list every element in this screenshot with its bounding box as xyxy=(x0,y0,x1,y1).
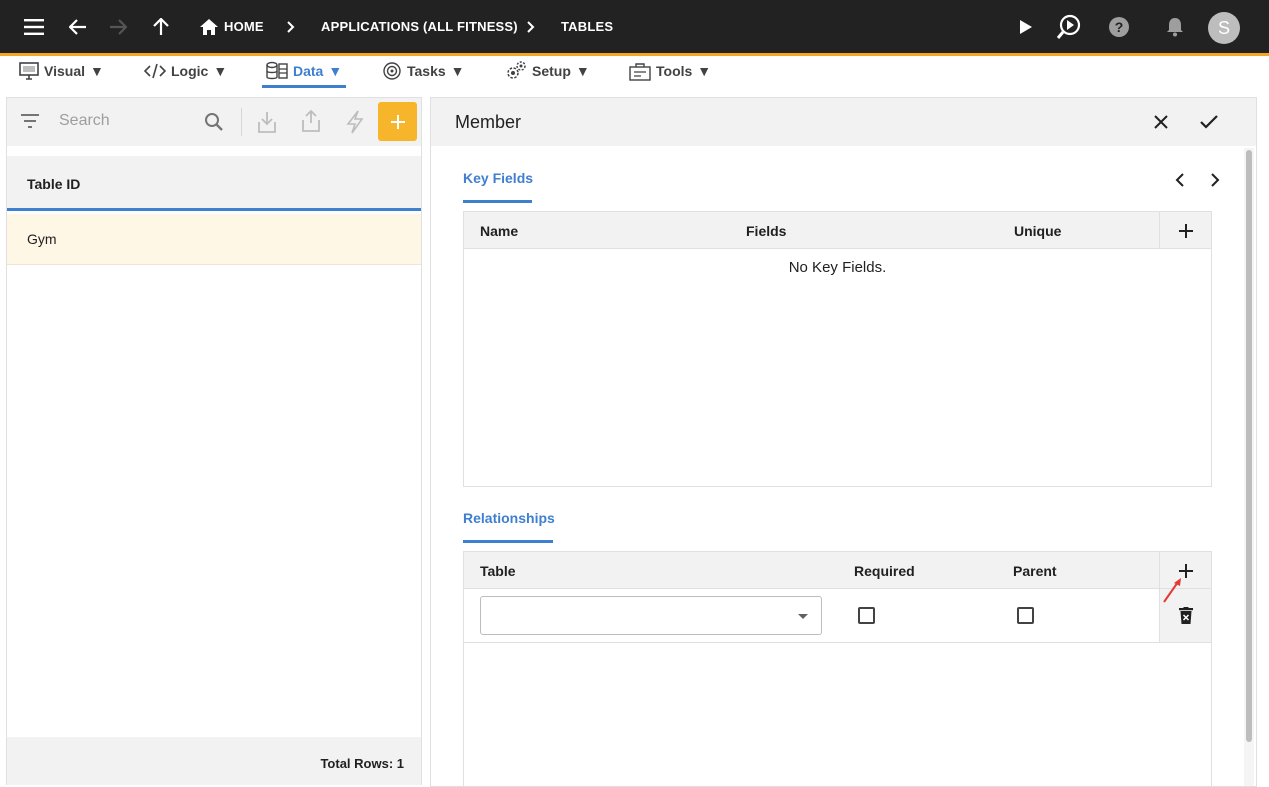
column-table-id: Table ID xyxy=(27,176,81,192)
export-icon[interactable] xyxy=(301,109,321,138)
page-title: Member xyxy=(455,112,522,132)
breadcrumb-applications[interactable]: APPLICATIONS (ALL FITNESS) xyxy=(321,0,518,53)
table-row[interactable]: Gym xyxy=(7,214,421,265)
dropdown-caret-icon: ▼ xyxy=(575,63,590,79)
close-icon[interactable] xyxy=(1153,114,1169,135)
required-checkbox[interactable] xyxy=(858,607,875,624)
plus-icon xyxy=(390,114,405,129)
relationships-header: Table Required Parent xyxy=(464,552,1211,589)
dropdown-caret-icon xyxy=(798,614,808,619)
search-run-icon[interactable] xyxy=(1055,0,1083,53)
detail-header: Member xyxy=(431,98,1256,146)
import-icon[interactable] xyxy=(257,110,277,139)
chevron-right-icon[interactable] xyxy=(1210,173,1220,192)
section-key-fields-underline xyxy=(463,200,532,203)
data-icon xyxy=(266,61,288,80)
total-rows: Total Rows: 1 xyxy=(320,756,404,771)
lightning-icon[interactable] xyxy=(345,110,365,139)
bell-icon[interactable] xyxy=(1164,0,1186,53)
table-list-panel: Search Table ID Gym Total Rows: 1 xyxy=(6,97,422,785)
hamburger-menu-icon[interactable] xyxy=(20,0,48,53)
toolbar-divider xyxy=(241,108,242,136)
menu-logic[interactable]: Logic ▼ xyxy=(144,56,227,86)
setup-icon xyxy=(507,61,526,79)
key-fields-header: Name Fields Unique xyxy=(464,212,1211,249)
column-required: Required xyxy=(854,563,915,579)
key-fields-grid: Name Fields Unique No Key Fields. xyxy=(463,211,1212,487)
menu-bar: Visual ▼ Logic ▼ Data ▼ Tasks ▼ Setup ▼ … xyxy=(0,56,1269,92)
table-row-label: Gym xyxy=(27,231,57,247)
tools-icon xyxy=(629,63,651,81)
breadcrumb-home[interactable]: HOME xyxy=(224,0,264,53)
code-icon xyxy=(144,63,166,79)
list-toolbar: Search xyxy=(7,98,421,146)
parent-checkbox[interactable] xyxy=(1017,607,1034,624)
relationships-grid: Table Required Parent xyxy=(463,551,1212,786)
play-icon[interactable] xyxy=(1014,0,1038,53)
dropdown-caret-icon: ▼ xyxy=(697,63,712,79)
column-table: Table xyxy=(480,563,516,579)
list-footer: Total Rows: 1 xyxy=(7,737,421,785)
table-detail-panel: Member Key Fields Name Fields Unique No … xyxy=(430,97,1257,787)
key-fields-empty-message: No Key Fields. xyxy=(788,259,887,276)
help-icon[interactable]: ? xyxy=(1107,0,1131,53)
menu-data[interactable]: Data ▼ xyxy=(266,56,342,86)
add-key-field-button[interactable] xyxy=(1159,212,1211,249)
up-arrow-icon[interactable] xyxy=(149,0,173,53)
svg-text:?: ? xyxy=(1115,19,1124,35)
column-name: Name xyxy=(480,223,519,239)
visual-icon xyxy=(19,62,39,80)
dropdown-caret-icon: ▼ xyxy=(328,63,343,79)
delete-icon xyxy=(1178,606,1193,624)
tasks-icon xyxy=(383,62,401,80)
chevron-right-icon xyxy=(283,0,299,53)
breadcrumb-tables[interactable]: TABLES xyxy=(561,0,613,53)
menu-visual-label: Visual xyxy=(44,63,85,79)
active-menu-indicator xyxy=(262,85,346,88)
avatar[interactable]: S xyxy=(1208,12,1240,44)
row-divider xyxy=(464,642,1211,643)
section-relationships[interactable]: Relationships xyxy=(463,510,555,526)
add-table-button[interactable] xyxy=(378,102,417,141)
dropdown-caret-icon: ▼ xyxy=(213,63,228,79)
column-parent: Parent xyxy=(1013,563,1057,579)
search-input[interactable]: Search xyxy=(59,112,110,130)
column-unique: Unique xyxy=(1014,223,1062,239)
menu-visual[interactable]: Visual ▼ xyxy=(19,56,104,86)
chevron-right-icon xyxy=(523,0,539,53)
menu-data-label: Data xyxy=(293,63,324,79)
relationship-table-select[interactable] xyxy=(480,596,822,635)
plus-icon xyxy=(1178,223,1193,238)
chevron-left-icon[interactable] xyxy=(1175,173,1185,192)
menu-tools-label: Tools xyxy=(656,63,693,79)
list-column-header[interactable]: Table ID xyxy=(7,156,421,211)
back-arrow-icon[interactable] xyxy=(66,0,90,53)
top-bar: HOME APPLICATIONS (ALL FITNESS) TABLES ?… xyxy=(0,0,1269,56)
menu-tools[interactable]: Tools ▼ xyxy=(629,56,711,86)
scrollbar-thumb[interactable] xyxy=(1246,150,1252,742)
annotation-arrow-icon xyxy=(1161,576,1185,609)
filter-icon[interactable] xyxy=(20,114,40,133)
menu-logic-label: Logic xyxy=(171,63,209,79)
save-check-icon[interactable] xyxy=(1199,114,1219,135)
home-icon[interactable] xyxy=(198,0,220,53)
menu-tasks[interactable]: Tasks ▼ xyxy=(382,56,465,86)
search-icon[interactable] xyxy=(204,112,224,137)
dropdown-caret-icon: ▼ xyxy=(90,63,104,79)
dropdown-caret-icon: ▼ xyxy=(450,63,465,79)
forward-arrow-icon xyxy=(106,0,130,53)
section-key-fields[interactable]: Key Fields xyxy=(463,170,533,186)
menu-tasks-label: Tasks xyxy=(407,63,446,79)
column-fields: Fields xyxy=(746,223,787,239)
section-relationships-underline xyxy=(463,540,553,543)
menu-setup-label: Setup xyxy=(532,63,571,79)
menu-setup[interactable]: Setup ▼ xyxy=(505,56,590,86)
